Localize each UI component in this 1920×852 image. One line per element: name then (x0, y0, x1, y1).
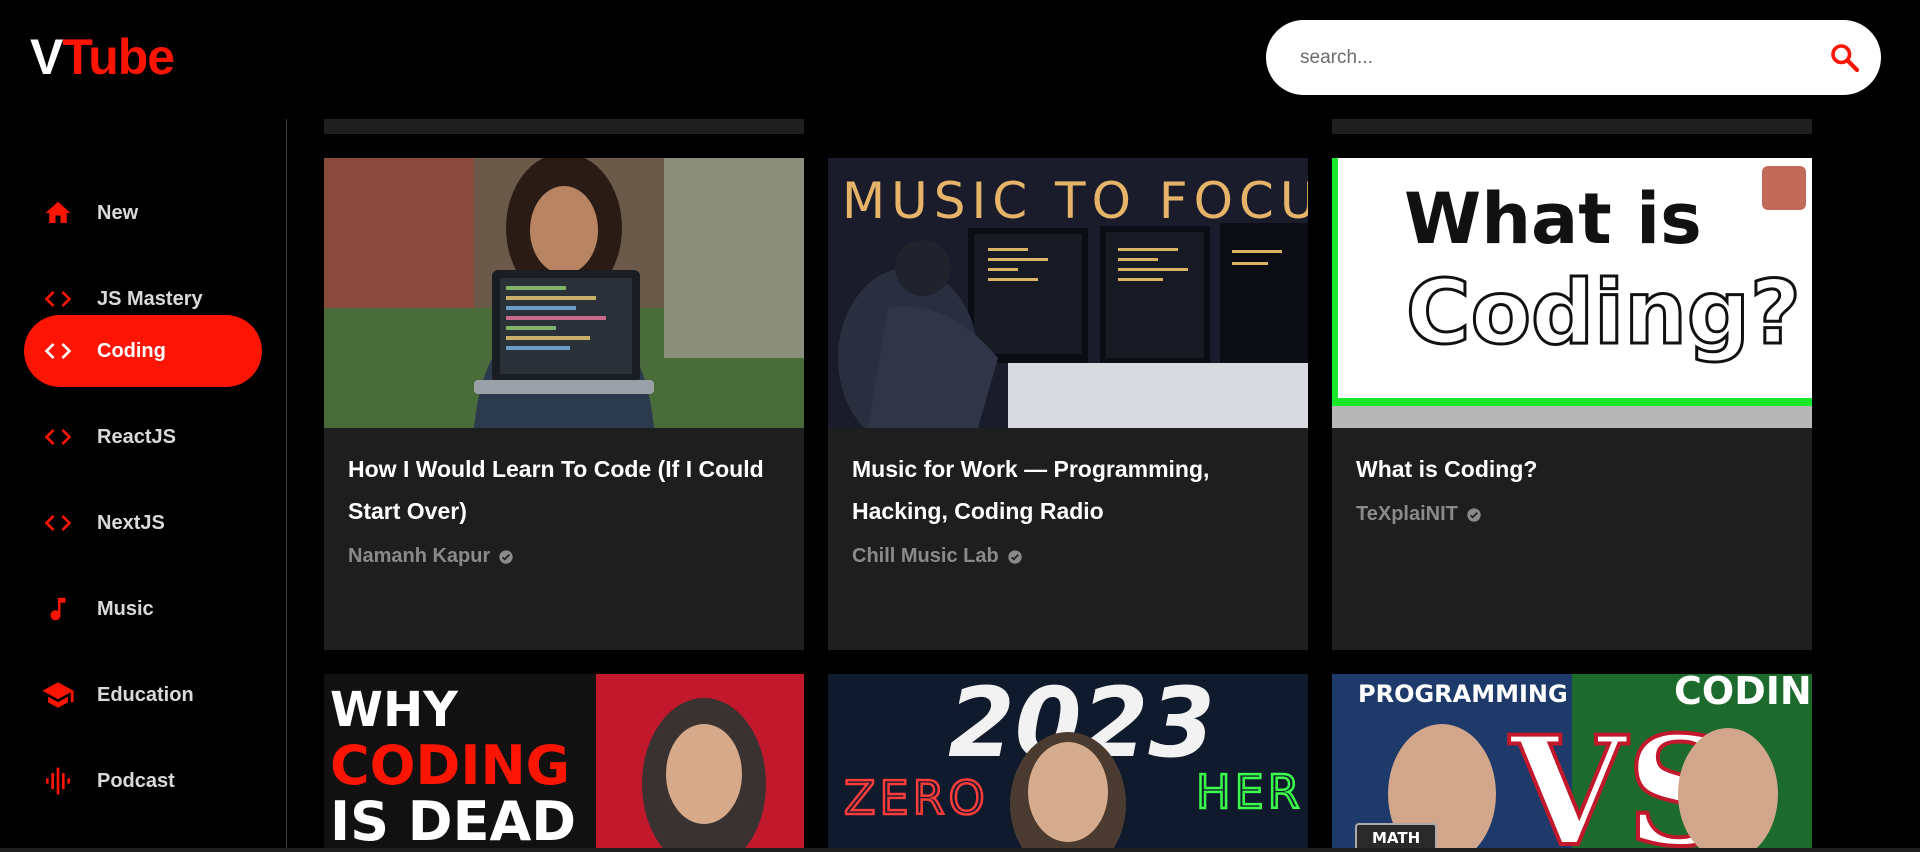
logo-v: V (30, 29, 63, 85)
sidebar: New JS Mastery Coding ReactJS NextJS Mus… (0, 119, 287, 852)
video-thumbnail[interactable]: What is Coding? (1332, 158, 1812, 428)
thumb-text-hero: HER (1196, 765, 1304, 819)
partial-card[interactable] (324, 119, 804, 134)
video-thumbnail[interactable]: 2023 ZERO HER (828, 674, 1308, 852)
thumb-text-what-is: What is (1404, 178, 1702, 260)
vtube-logo[interactable]: VTube (30, 28, 175, 86)
sidebar-item-reactjs[interactable]: ReactJS (24, 401, 262, 473)
video-card[interactable]: WHY CODING IS DEAD (324, 674, 804, 852)
thumb-text-why: WHY (330, 682, 459, 738)
thumb-text-music: MUSIC TO FOCU (842, 172, 1308, 230)
video-card[interactable]: How I Would Learn To Code (If I Could St… (324, 158, 804, 650)
video-thumbnail[interactable] (324, 158, 804, 428)
video-title[interactable]: What is Coding? (1356, 448, 1786, 490)
code-icon (38, 279, 78, 319)
sidebar-item-new[interactable]: New (24, 177, 262, 249)
channel-label: Namanh Kapur (348, 545, 491, 567)
verified-icon (499, 549, 513, 564)
channel-label: Chill Music Lab (852, 545, 999, 567)
channel-name[interactable]: TeXplaiNIT (1356, 503, 1482, 526)
video-card[interactable]: 2023 ZERO HER (828, 674, 1308, 852)
video-thumbnail[interactable]: MUSIC TO FOCU (828, 158, 1308, 428)
video-card[interactable]: MUSIC TO FOCU Music for Work — Programmi… (828, 158, 1308, 650)
sidebar-item-label: NextJS (97, 511, 165, 534)
music-note-icon (38, 589, 78, 629)
partial-card[interactable] (1332, 119, 1812, 134)
thumb-text-coding: Coding? (1406, 261, 1801, 364)
sidebar-item-podcast[interactable]: Podcast (24, 745, 262, 817)
sidebar-item-label: Music (97, 597, 154, 620)
thumb-text-coding-red: CODING (330, 734, 570, 797)
sidebar-item-label: New (97, 201, 139, 224)
verified-icon (1467, 507, 1481, 522)
video-thumbnail[interactable]: PROGRAMMING CODIN VS MATH (1332, 674, 1812, 852)
video-grid: How I Would Learn To Code (If I Could St… (324, 119, 1884, 852)
channel-label: TeXplaiNIT (1356, 503, 1458, 525)
sidebar-item-label: ReactJS (97, 425, 176, 448)
sidebar-item-nextjs[interactable]: NextJS (24, 487, 262, 559)
video-card[interactable]: PROGRAMMING CODIN VS MATH (1332, 674, 1812, 852)
thumb-text-is-dead: IS DEAD (330, 790, 576, 852)
sidebar-item-coding[interactable]: Coding (24, 315, 262, 387)
home-icon (38, 193, 78, 233)
video-thumbnail[interactable]: WHY CODING IS DEAD (324, 674, 804, 852)
search-bar (1266, 20, 1881, 95)
search-input[interactable] (1298, 42, 1802, 74)
thumb-text-math: MATH (1372, 829, 1420, 847)
search-icon (1831, 44, 1860, 73)
channel-name[interactable]: Namanh Kapur (348, 545, 514, 568)
window-bottom-edge (0, 848, 1920, 852)
code-icon (38, 331, 78, 371)
search-button[interactable] (1827, 40, 1863, 76)
thumb-text-zero: ZERO (844, 771, 989, 825)
logo-tube: Tube (62, 29, 175, 85)
sidebar-item-education[interactable]: Education (24, 659, 262, 731)
channel-name[interactable]: Chill Music Lab (852, 545, 1023, 568)
graduation-cap-icon (38, 675, 78, 715)
sidebar-item-label: Education (97, 683, 194, 706)
code-icon (38, 417, 78, 457)
code-icon (38, 503, 78, 543)
sidebar-item-label: JS Mastery (97, 287, 203, 310)
video-card[interactable]: What is Coding? What is Coding? TeXplaiN… (1332, 158, 1812, 650)
graphic-eq-icon (38, 761, 78, 801)
verified-icon (1008, 549, 1022, 564)
video-title[interactable]: How I Would Learn To Code (If I Could St… (348, 448, 778, 532)
video-title[interactable]: Music for Work — Programming, Hacking, C… (852, 448, 1282, 532)
sidebar-item-music[interactable]: Music (24, 573, 262, 645)
sidebar-item-label: Podcast (97, 769, 175, 792)
sidebar-item-label: Coding (97, 339, 166, 362)
